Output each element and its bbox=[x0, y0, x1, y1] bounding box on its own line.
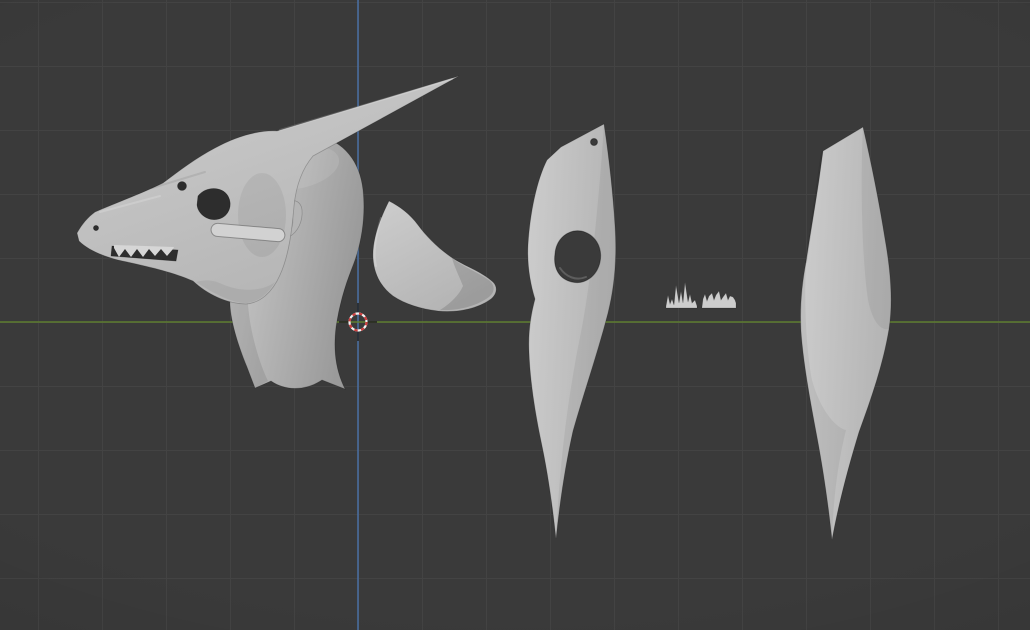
nostril-hole bbox=[93, 225, 98, 230]
teeth-strip-right[interactable] bbox=[702, 291, 736, 308]
teeth-strip-left[interactable] bbox=[666, 282, 697, 308]
mesh-side-panel-with-hole[interactable] bbox=[528, 124, 616, 539]
3d-viewport[interactable] bbox=[0, 0, 1030, 630]
scene-svg bbox=[0, 0, 1030, 630]
mesh-ear-horn-piece[interactable] bbox=[373, 201, 496, 311]
panel1-oval-hole bbox=[555, 231, 601, 283]
eye-socket-hole bbox=[197, 189, 230, 220]
small-skull-hole bbox=[178, 182, 187, 191]
side-panel-plain-mesh[interactable] bbox=[801, 127, 891, 540]
panel1-small-hole bbox=[591, 139, 598, 146]
mask-back-shadow bbox=[238, 173, 286, 257]
mesh-side-panel-plain[interactable] bbox=[801, 127, 891, 540]
mesh-teeth-strip[interactable] bbox=[666, 282, 736, 308]
